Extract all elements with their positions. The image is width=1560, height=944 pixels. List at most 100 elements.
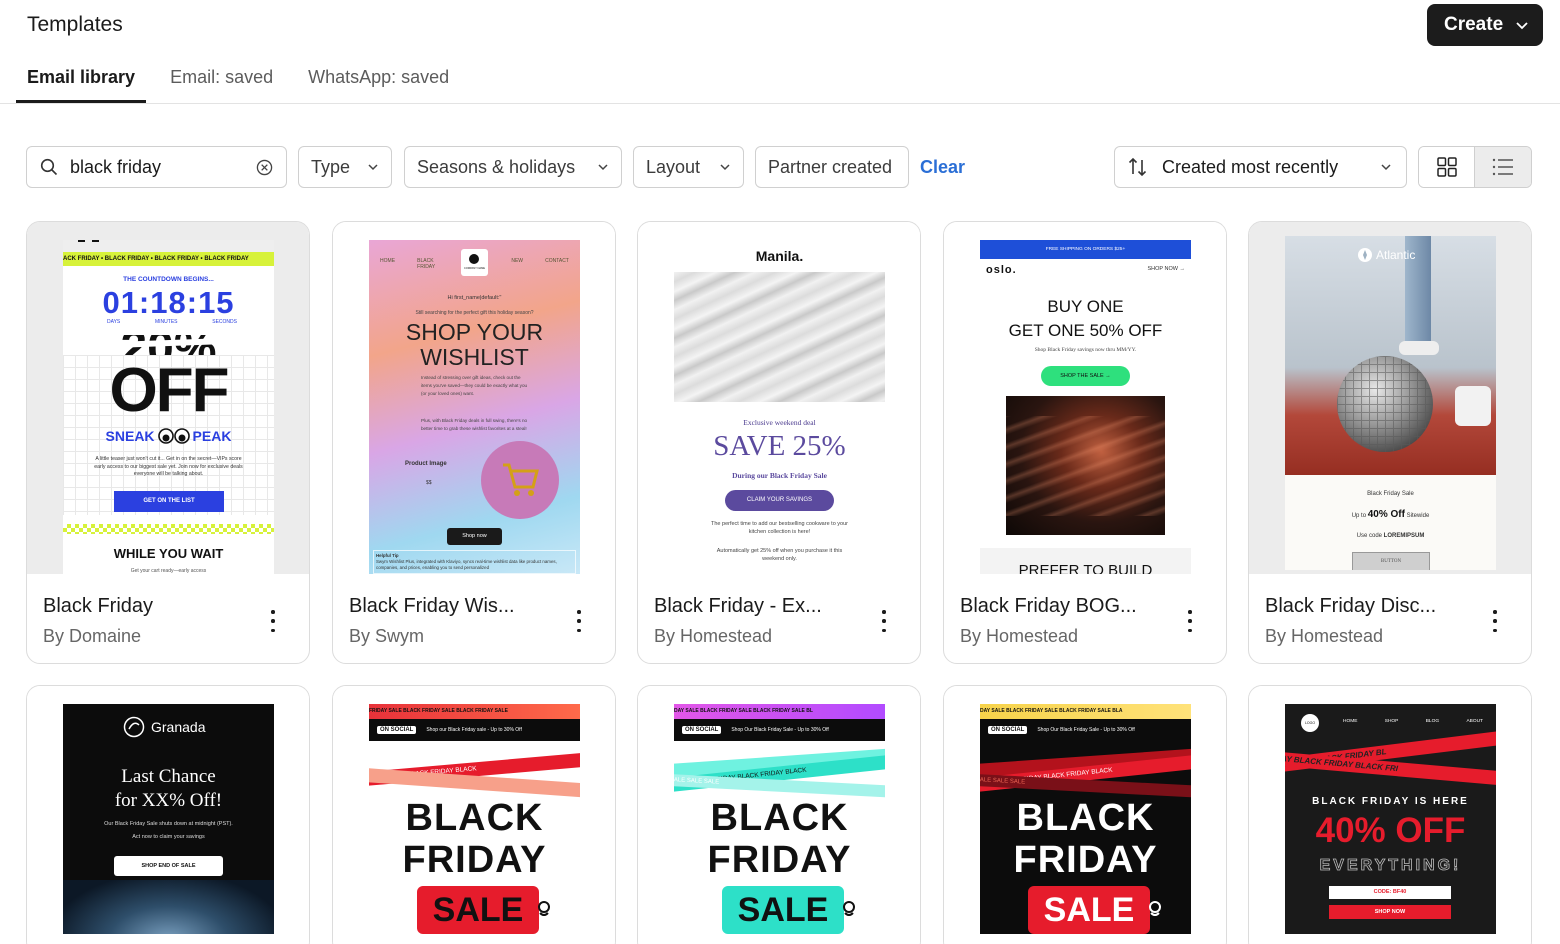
headline-line1: SHOP YOUR — [405, 319, 544, 345]
template-thumbnail: FREE SHIPPING ON ORDERS $25+ oslo. SHOP … — [944, 222, 1226, 574]
layout-filter-dropdown[interactable]: Layout — [633, 146, 744, 188]
template-card[interactable]: Manila. Exclusive weekend deal SAVE 25% … — [637, 221, 921, 664]
sale-label: Black Friday Sale — [1367, 491, 1414, 497]
chevron-down-icon — [1381, 164, 1391, 171]
template-card[interactable]: HOME BLACK FRIDAY NEW CONTACT COMPANY NA… — [332, 221, 616, 664]
hero-image — [1285, 236, 1496, 475]
logo: LOGO — [1301, 714, 1319, 732]
headline-line2: FRIDAY — [402, 839, 547, 881]
seasons-filter-dropdown[interactable]: Seasons & holidays — [404, 146, 622, 188]
clear-search-icon[interactable] — [256, 159, 273, 176]
template-thumbnail: FRIDAY SALE BLACK FRIDAY SALE BLACK FRID… — [333, 686, 615, 944]
headline-line2: FRIDAY — [707, 839, 852, 881]
headline-line1: Last Chance — [121, 766, 216, 787]
template-card[interactable]: DAY SALE BLACK FRIDAY SALE BLACK FRIDAY … — [637, 685, 921, 944]
template-card[interactable]: FREE SHIPPING ON ORDERS $25+ oslo. SHOP … — [943, 221, 1227, 664]
tip-label: Helpful Tip — [376, 553, 399, 558]
ticker-banner: DAY SALE BLACK FRIDAY SALE BLACK FRIDAY … — [674, 704, 885, 719]
sort-dropdown[interactable]: Created most recently — [1114, 146, 1407, 188]
grid-view-button[interactable] — [1419, 147, 1476, 187]
more-options-icon[interactable] — [263, 610, 283, 632]
template-title: Black Friday Disc... — [1265, 595, 1437, 617]
headline-line1: BLACK — [405, 797, 544, 839]
partner-created-label: Partner created — [768, 156, 893, 177]
tag-string-icon — [843, 901, 855, 916]
template-thumbnail: DAY SALE BLACK FRIDAY SALE BLACK FRIDAY … — [944, 686, 1226, 944]
template-title: Black Friday Wis... — [349, 595, 515, 617]
headline: BLACK FRIDAY IS HERE — [1312, 796, 1469, 807]
promo-code: CODE: BF40 — [1329, 886, 1451, 899]
more-options-icon[interactable] — [1485, 610, 1505, 632]
type-filter-dropdown[interactable]: Type — [298, 146, 392, 188]
template-card[interactable]: Atlantic Black Friday Sale Up to 40% Off… — [1248, 221, 1532, 664]
page-title: Templates — [27, 13, 123, 36]
company-logo-text: COMPANY NAME — [463, 267, 486, 270]
sitewide-text: Sitewide — [1406, 513, 1430, 519]
partner-created-filter[interactable]: Partner created — [755, 146, 909, 188]
search-input[interactable]: black friday — [70, 157, 256, 178]
template-title: Black Friday — [43, 595, 154, 617]
template-card[interactable]: Granada Last Chance for XX% Off! Our Bla… — [26, 685, 310, 944]
sale-tag: SALE — [1028, 886, 1150, 934]
headline-line1: BLACK — [1016, 797, 1155, 839]
nav-item: BLOG — [1425, 719, 1440, 724]
email-preview: DAY SALE BLACK FRIDAY SALE BLACK FRIDAY … — [674, 704, 885, 934]
cta-button: SHOP THE SALE → — [1041, 366, 1130, 386]
more-options-icon[interactable] — [1180, 610, 1200, 632]
ticker-banner: ACK FRIDAY • BLACK FRIDAY • BLACK FRIDAY… — [63, 252, 274, 266]
promo-text: Shop Our Black Friday Sale - Up to 30% O… — [731, 727, 829, 733]
email-preview: Granada Last Chance for XX% Off! Our Bla… — [63, 704, 274, 934]
product-price: $$ — [426, 480, 432, 486]
search-field[interactable]: black friday — [26, 146, 287, 188]
more-options-icon[interactable] — [569, 610, 589, 632]
peak-text: PEAK — [192, 428, 232, 444]
cta-button: SHOP NOW — [1329, 905, 1451, 919]
cta-button: SHOP END OF SALE — [114, 856, 223, 876]
template-card[interactable]: FRIDAY SALE BLACK FRIDAY SALE BLACK FRID… — [332, 685, 616, 944]
tab-whatsapp-saved[interactable]: WhatsApp: saved — [297, 64, 460, 103]
hero-image — [1006, 396, 1165, 535]
shop-now-link: SHOP NOW → — [1147, 266, 1186, 272]
nav-item: HOME — [1343, 719, 1358, 724]
countdown-units: DAYS MINUTES SECONDS — [107, 319, 237, 325]
footer-heading: PREFER TO BUILD — [1018, 562, 1153, 574]
shipping-banner: FREE SHIPPING ON ORDERS $25+ — [980, 240, 1191, 259]
template-card[interactable]: DAY SALE BLACK FRIDAY SALE BLACK FRIDAY … — [943, 685, 1227, 944]
email-preview: FREE SHIPPING ON ORDERS $25+ oslo. SHOP … — [980, 240, 1191, 574]
email-preview: Manila. Exclusive weekend deal SAVE 25% … — [674, 240, 885, 574]
email-nav: HOME SHOP BLOG ABOUT — [1343, 719, 1483, 724]
more-options-icon[interactable] — [874, 610, 894, 632]
list-view-button[interactable] — [1475, 147, 1531, 187]
sneak-text: SNEAK — [105, 428, 155, 444]
promo-text: Shop Our Black Friday Sale - Up to 30% O… — [1037, 727, 1135, 733]
sale-tag: SALE — [722, 886, 844, 934]
tab-email-saved[interactable]: Email: saved — [159, 64, 284, 103]
template-card[interactable]: LOGO HOME SHOP BLOG ABOUT K FRIDAY BLACK… — [1248, 685, 1532, 944]
create-button-label: Create — [1444, 14, 1504, 35]
atlantic-logo-icon — [1358, 248, 1372, 262]
email-preview: DAY SALE BLACK FRIDAY SALE BLACK FRIDAY … — [980, 704, 1191, 934]
tab-email-library[interactable]: Email library — [16, 64, 147, 103]
template-title: Black Friday - Ex... — [654, 595, 822, 617]
shopping-cart-icon — [503, 463, 539, 496]
tag-string-icon — [538, 901, 550, 916]
layout-filter-label: Layout — [646, 156, 701, 177]
product-label: Product Image — [405, 461, 447, 467]
ticker-banner: FRIDAY SALE BLACK FRIDAY SALE BLACK FRID… — [369, 704, 580, 719]
clear-filters-link[interactable]: Clear — [920, 157, 965, 178]
template-thumbnail: Atlantic Black Friday Sale Up to 40% Off… — [1249, 222, 1531, 574]
email-preview: ACK FRIDAY • BLACK FRIDAY • BLACK FRIDAY… — [63, 240, 274, 574]
search-icon — [40, 158, 58, 176]
create-button[interactable]: Create — [1427, 4, 1543, 46]
template-card[interactable]: ACK FRIDAY • BLACK FRIDAY • BLACK FRIDAY… — [26, 221, 310, 664]
email-preview: FRIDAY SALE BLACK FRIDAY SALE BLACK FRID… — [369, 704, 580, 934]
chevron-down-icon — [1516, 22, 1528, 30]
nav-item: BLACK FRIDAY — [417, 258, 436, 270]
brand-logo: Atlantic — [1376, 248, 1416, 262]
headline-line1: BLACK — [710, 797, 849, 839]
countdown-timer: 01:18:15 — [102, 285, 235, 320]
template-thumbnail: Granada Last Chance for XX% Off! Our Bla… — [27, 686, 309, 944]
body-text: A little teaser just won't cut it... Get… — [94, 456, 243, 477]
countdown-title: THE COUNTDOWN BEGINS... — [123, 276, 214, 283]
button-placeholder: BUTTON — [1352, 552, 1430, 570]
